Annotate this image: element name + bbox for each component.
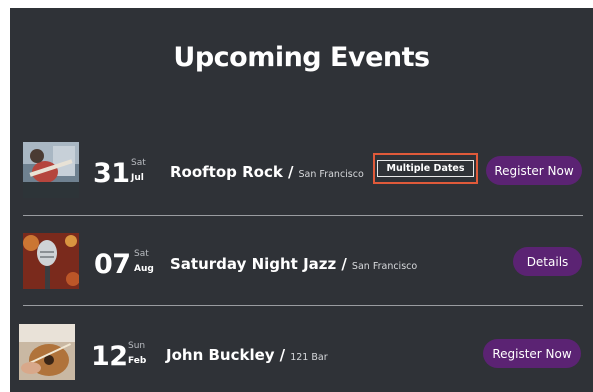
multiple-dates-highlight: Multiple Dates: [373, 153, 478, 184]
event-thumbnail-guitarist[interactable]: [23, 142, 79, 198]
event-name[interactable]: John Buckley: [166, 346, 275, 364]
register-now-button[interactable]: Register Now: [486, 156, 582, 185]
event-weekday: Sun: [128, 341, 146, 351]
register-now-button[interactable]: Register Now: [483, 339, 581, 368]
event-day: 31: [93, 158, 130, 189]
event-title: Rooftop Rock / San Francisco: [170, 162, 364, 181]
event-weekday: Sat: [131, 158, 146, 168]
event-thumbnail-acoustic-guitar[interactable]: [19, 324, 75, 380]
event-thumbnail-microphone[interactable]: [23, 233, 79, 289]
multiple-dates-button[interactable]: Multiple Dates: [377, 160, 474, 177]
event-separator: /: [279, 346, 286, 364]
event-venue: San Francisco: [351, 261, 418, 272]
event-title: John Buckley / 121 Bar: [166, 345, 328, 364]
event-month: Feb: [128, 356, 147, 366]
details-button[interactable]: Details: [513, 247, 582, 276]
event-separator: /: [287, 163, 294, 181]
event-day: 07: [94, 249, 131, 280]
event-title: Saturday Night Jazz / San Francisco: [170, 254, 417, 273]
events-panel: Upcoming Events 31 Sat Jul Rooftop Rock …: [10, 8, 593, 392]
event-name[interactable]: Rooftop Rock: [170, 163, 283, 181]
divider: [23, 305, 583, 306]
divider: [23, 215, 583, 216]
page-title: Upcoming Events: [173, 42, 430, 73]
event-month: Jul: [131, 173, 144, 183]
event-month: Aug: [134, 264, 154, 274]
event-weekday: Sat: [134, 249, 149, 259]
event-separator: /: [341, 255, 347, 273]
event-venue: San Francisco: [298, 169, 364, 180]
microphone-photo-icon: [23, 233, 79, 289]
guitarist-photo-icon: [23, 142, 79, 198]
event-name[interactable]: Saturday Night Jazz: [170, 255, 336, 273]
event-day: 12: [91, 341, 128, 372]
acoustic-guitar-photo-icon: [19, 324, 75, 380]
event-venue: 121 Bar: [290, 352, 328, 363]
